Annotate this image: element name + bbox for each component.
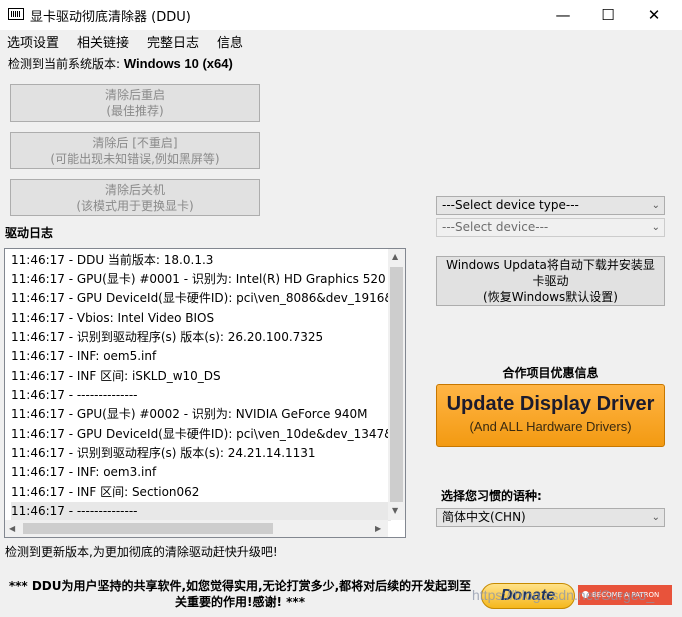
menu-bar: 选项设置 相关链接 完整日志 信息 <box>0 30 682 51</box>
clean-no-restart-label: 清除后 [不重启] <box>92 135 178 150</box>
log-list[interactable]: 11:46:17 - DDU 当前版本: 18.0.1.3 11:46:17 -… <box>4 248 406 538</box>
window-title: 显卡驱动彻底清除器 (DDU) <box>30 10 191 25</box>
clean-shutdown-button[interactable]: 清除后关机 (该模式用于更换显卡) <box>10 179 260 216</box>
log-line: 11:46:17 - GPU(显卡) #0002 - 识别为: NVIDIA G… <box>11 407 368 421</box>
log-line: 11:46:17 - INF: oem3.inf <box>11 465 157 479</box>
detected-os-label: 检测到当前系统版本: Windows 10 (x64) <box>8 55 233 72</box>
log-line: 11:46:17 - 识别到驱动程序(s) 版本(s): 26.20.100.7… <box>11 330 324 344</box>
log-label: 驱动日志 <box>5 226 54 240</box>
minimize-button[interactable]: — <box>540 0 586 30</box>
log-line: 11:46:17 - Vbios: Intel Video BIOS <box>11 311 215 325</box>
log-vertical-scrollbar[interactable]: ▲ ▼ <box>388 249 405 520</box>
chevron-down-icon: ⌄ <box>651 200 660 211</box>
windows-update-line2: 卡驱动 <box>532 274 569 288</box>
patreon-button[interactable]: BECOME A PATRON <box>578 585 672 605</box>
log-line-selected: 11:46:17 - -------------- <box>11 502 391 521</box>
log-horizontal-thumb[interactable] <box>23 523 273 534</box>
scroll-up-icon[interactable]: ▲ <box>392 252 398 261</box>
log-horizontal-scrollbar[interactable]: ◀ ▶ <box>5 520 388 537</box>
menu-options[interactable]: 选项设置 <box>7 32 59 51</box>
scroll-down-icon[interactable]: ▼ <box>392 506 398 515</box>
clean-shutdown-label: 清除后关机 <box>104 182 165 197</box>
scroll-right-icon[interactable]: ▶ <box>375 524 381 533</box>
title-bar: 显卡驱动彻底清除器 (DDU) — ☐ ✕ <box>0 0 682 30</box>
scroll-left-icon[interactable]: ◀ <box>9 524 15 533</box>
chevron-down-icon: ⌄ <box>651 222 660 233</box>
log-vertical-thumb[interactable] <box>390 267 403 502</box>
partner-label: 合作项目优惠信息 <box>502 366 599 380</box>
log-line: 11:46:17 - -------------- <box>11 388 138 402</box>
footer-message: *** DDU为用户坚持的共享软件,如您觉得实用,无论打赏多少,都将对后续的开发… <box>8 579 472 609</box>
language-select[interactable]: 简体中文(CHN) ⌄ <box>436 508 665 527</box>
clean-shutdown-hint: (该模式用于更换显卡) <box>76 198 194 213</box>
language-label: 选择您习惯的语种: <box>441 489 542 503</box>
update-message: 检测到更新版本,为更加彻底的清除驱动赶快升级吧! <box>5 545 278 559</box>
windows-update-line1: Windows Updata将自动下载并安装显 <box>446 258 655 272</box>
log-line: 11:46:17 - INF: oem5.inf <box>11 349 157 363</box>
clean-no-restart-hint: (可能出现未知错误,例如黑屏等) <box>50 151 220 166</box>
ad-subtitle: (And ALL Hardware Drivers) <box>469 419 632 434</box>
log-line: 11:46:17 - GPU DeviceId(显卡硬件ID): pci\ven… <box>11 291 391 305</box>
maximize-button[interactable]: ☐ <box>585 0 631 30</box>
detected-os-prefix: 检测到当前系统版本: <box>8 57 124 71</box>
windows-update-line3: (恢复Windows默认设置) <box>483 290 618 304</box>
chevron-down-icon: ⌄ <box>651 512 660 523</box>
close-button[interactable]: ✕ <box>631 0 677 30</box>
main-panel: 检测到当前系统版本: Windows 10 (x64) 清除后重启 (最佳推荐)… <box>0 50 682 617</box>
footer: *** DDU为用户坚持的共享软件,如您觉得实用,无论打赏多少,都将对后续的开发… <box>0 567 682 617</box>
language-select-value: 简体中文(CHN) <box>442 510 526 524</box>
donate-button[interactable]: Donate <box>481 583 575 609</box>
log-line: 11:46:17 - 识别到驱动程序(s) 版本(s): 24.21.14.11… <box>11 446 316 460</box>
device-select-value: ---Select device--- <box>442 220 549 234</box>
log-line: 11:46:17 - INF 区间: Section062 <box>11 485 200 499</box>
device-select[interactable]: ---Select device--- ⌄ <box>436 218 665 237</box>
ad-title: Update Display Driver <box>446 393 655 415</box>
clean-restart-label: 清除后重启 <box>104 88 165 102</box>
log-line: 11:46:17 - DDU 当前版本: 18.0.1.3 <box>11 253 214 267</box>
device-type-select-value: ---Select device type--- <box>442 198 579 212</box>
menu-full-log[interactable]: 完整日志 <box>147 32 199 51</box>
update-display-driver-ad[interactable]: Update Display Driver (And ALL Hardware … <box>436 384 665 447</box>
log-line: 11:46:17 - INF 区间: iSKLD_w10_DS <box>11 369 221 383</box>
device-type-select[interactable]: ---Select device type--- ⌄ <box>436 196 665 215</box>
detected-os-value: Windows 10 (x64) <box>123 56 233 71</box>
log-line: 11:46:17 - GPU(显卡) #0001 - 识别为: Intel(R)… <box>11 272 386 286</box>
menu-info[interactable]: 信息 <box>217 32 243 51</box>
app-icon <box>8 8 24 20</box>
clean-restart-button[interactable]: 清除后重启 (最佳推荐) <box>10 84 260 122</box>
clean-restart-hint: (最佳推荐) <box>106 104 164 118</box>
clean-no-restart-button[interactable]: 清除后 [不重启] (可能出现未知错误,例如黑屏等) <box>10 132 260 169</box>
log-line: 11:46:17 - GPU DeviceId(显卡硬件ID): pci\ven… <box>11 427 391 441</box>
windows-update-button[interactable]: Windows Updata将自动下载并安装显 卡驱动 (恢复Windows默认… <box>436 256 665 306</box>
menu-links[interactable]: 相关链接 <box>77 32 129 51</box>
